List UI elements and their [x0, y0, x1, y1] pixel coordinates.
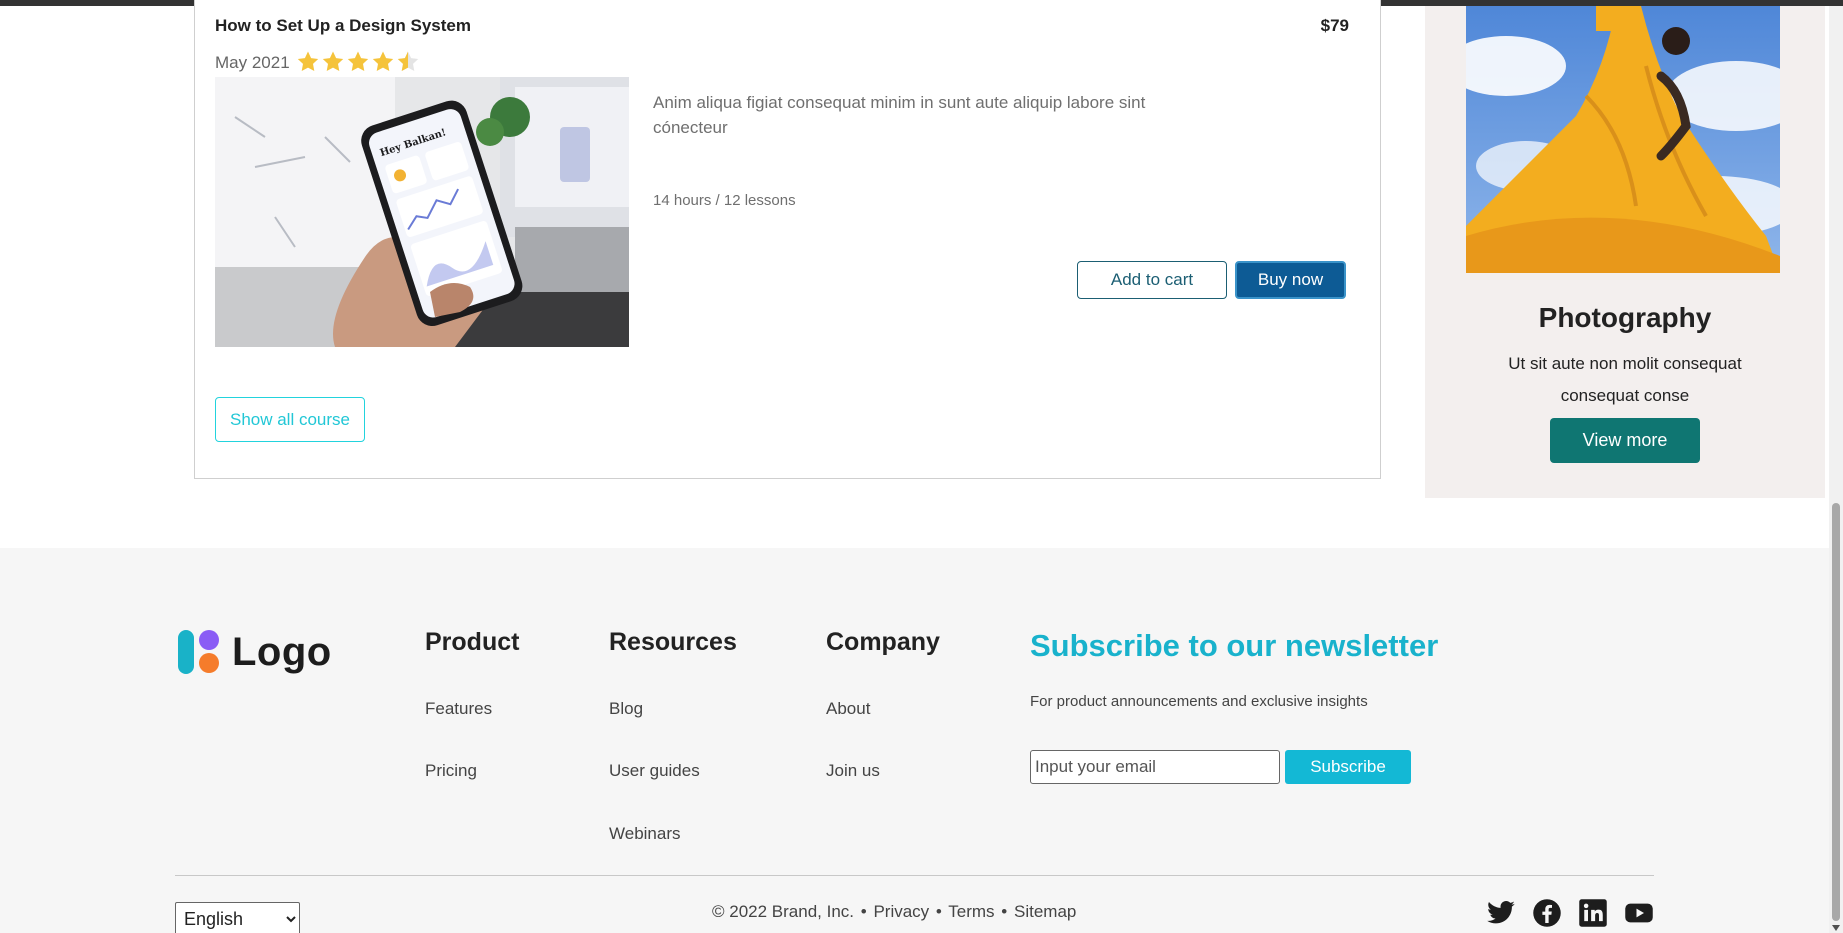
- scrollbar-thumb[interactable]: [1832, 503, 1840, 921]
- newsletter-subtext: For product announcements and exclusive …: [1030, 693, 1368, 710]
- category-description: Ut sit aute non molit consequat consequa…: [1508, 354, 1742, 405]
- course-price: $79: [1320, 16, 1349, 35]
- logo-text: Logo: [232, 629, 332, 674]
- star-icon: [297, 51, 319, 71]
- photography-image[interactable]: [1466, 6, 1780, 273]
- sitemap-link[interactable]: Sitemap: [1014, 902, 1076, 921]
- view-more-button[interactable]: View more: [1550, 418, 1700, 463]
- course-image[interactable]: Hey Balkan!: [215, 77, 629, 347]
- show-all-course-button[interactable]: Show all course: [215, 397, 365, 442]
- scroll-down-icon[interactable]: [1832, 925, 1840, 931]
- star-icon: [347, 51, 369, 71]
- language-select[interactable]: English: [175, 902, 300, 933]
- star-half-icon: [397, 51, 419, 71]
- social-links: [1486, 898, 1654, 928]
- add-to-cart-button[interactable]: Add to cart: [1077, 261, 1227, 299]
- footer-heading-product: Product: [425, 628, 520, 656]
- footer-link-about[interactable]: About: [826, 699, 870, 719]
- terms-link[interactable]: Terms: [948, 902, 994, 921]
- youtube-icon[interactable]: [1624, 898, 1654, 928]
- privacy-link[interactable]: Privacy: [873, 902, 929, 921]
- buy-now-button[interactable]: Buy now: [1235, 261, 1346, 299]
- category-card-photography: Photography Ut sit aute non molit conseq…: [1425, 6, 1825, 498]
- category-title: Photography: [1538, 302, 1712, 333]
- course-description: Anim aliqua figiat consequat minim in su…: [653, 93, 1146, 137]
- phone-in-hand-photo: Hey Balkan!: [215, 77, 629, 347]
- course-card: How to Set Up a Design System $79 May 20…: [194, 0, 1381, 479]
- subscribe-button[interactable]: Subscribe: [1285, 750, 1411, 784]
- star-icon: [322, 51, 344, 71]
- twitter-icon[interactable]: [1486, 898, 1516, 928]
- site-footer: Logo Product Features Pricing Resources …: [0, 548, 1829, 933]
- page-scrollbar[interactable]: [1829, 6, 1843, 933]
- footer-link-pricing[interactable]: Pricing: [425, 761, 477, 781]
- logo-mark-icon: [178, 630, 219, 674]
- course-title[interactable]: How to Set Up a Design System: [215, 16, 471, 36]
- separator: •: [860, 902, 867, 921]
- separator: •: [935, 902, 942, 921]
- separator: •: [1001, 902, 1008, 921]
- course-date: May 2021: [215, 53, 290, 72]
- facebook-icon[interactable]: [1532, 898, 1562, 928]
- course-duration: 14 hours / 12 lessons: [653, 192, 796, 209]
- linkedin-icon[interactable]: [1578, 898, 1608, 928]
- copyright-text: © 2022 Brand, Inc.: [712, 902, 855, 921]
- footer-link-user-guides[interactable]: User guides: [609, 761, 700, 781]
- footer-link-features[interactable]: Features: [425, 699, 492, 719]
- footer-legal: © 2022 Brand, Inc. • Privacy • Terms • S…: [712, 902, 1076, 922]
- footer-divider: [175, 875, 1654, 876]
- footer-link-join-us[interactable]: Join us: [826, 761, 880, 781]
- email-input[interactable]: [1030, 750, 1280, 784]
- brand-logo[interactable]: Logo: [176, 628, 332, 676]
- newsletter-heading: Subscribe to our newsletter: [1030, 628, 1439, 663]
- footer-link-blog[interactable]: Blog: [609, 699, 643, 719]
- rating-stars: [296, 50, 420, 74]
- footer-link-webinars[interactable]: Webinars: [609, 824, 681, 844]
- star-icon: [372, 51, 394, 71]
- yellow-dress-photo: [1466, 6, 1780, 273]
- footer-heading-resources: Resources: [609, 628, 737, 656]
- footer-heading-company: Company: [826, 628, 940, 656]
